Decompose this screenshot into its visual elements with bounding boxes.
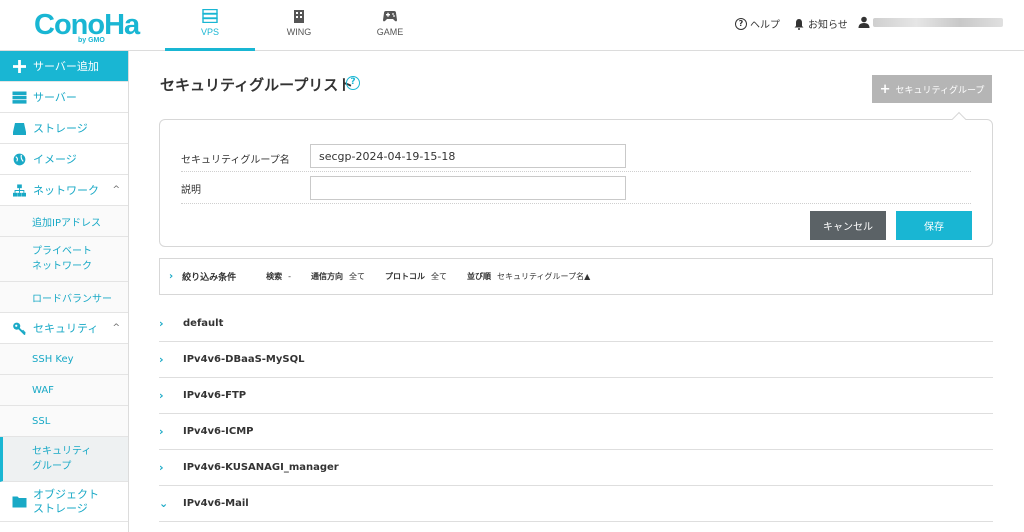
- sidebar-add-server[interactable]: サーバー追加: [0, 51, 128, 82]
- tab-game[interactable]: GAME: [345, 0, 435, 51]
- sidebar-item-object-storage[interactable]: オブジェクト ストレージ: [0, 482, 128, 522]
- chevron-right-icon: ›: [159, 461, 164, 474]
- user-icon: [858, 16, 870, 28]
- chevron-right-icon: ›: [159, 425, 164, 438]
- sidebar-item-security-group[interactable]: セキュリティ グループ: [0, 437, 128, 482]
- chevron-right-icon: ›: [159, 389, 164, 402]
- description-label: 説明: [181, 185, 201, 196]
- description-input[interactable]: [310, 176, 626, 200]
- network-icon: [13, 183, 26, 197]
- security-group-row[interactable]: › IPv4v6-KUSANAGI_manager: [159, 450, 993, 486]
- sidebar-item-network[interactable]: ネットワーク ^: [0, 175, 128, 206]
- chevron-right-icon: ›: [159, 317, 164, 330]
- page-title: セキュリティグループリスト: [160, 76, 354, 94]
- sidebar-item-load-balancer[interactable]: ロードバランサー: [0, 282, 128, 313]
- notice-link[interactable]: お知らせ: [793, 16, 848, 31]
- top-header: ConoHa by GMO VPS WING GAME ? ヘルプ お知らせ: [0, 0, 1024, 51]
- add-security-group-button[interactable]: + セキュリティグループ: [872, 75, 992, 103]
- folder-icon: [12, 496, 27, 508]
- globe-icon: [13, 153, 26, 165]
- chevron-up-icon: ^: [112, 323, 120, 333]
- sidebar-item-ssl[interactable]: SSL: [0, 406, 128, 437]
- sidebar-item-ssh-key[interactable]: SSH Key: [0, 344, 128, 375]
- help-question-icon[interactable]: ?: [346, 76, 360, 90]
- chevron-right-icon: ›: [159, 353, 164, 366]
- divider: [181, 171, 971, 172]
- divider: [181, 203, 971, 204]
- blurred-username: [873, 17, 1003, 27]
- user-menu[interactable]: [858, 16, 1003, 28]
- chevron-right-icon: ›: [169, 271, 174, 282]
- storage-icon: [13, 122, 26, 135]
- security-group-row-expanded[interactable]: ⌄ IPv4v6-Mail: [159, 486, 993, 522]
- conoha-logo[interactable]: ConoHa by GMO: [34, 10, 140, 44]
- filter-bar[interactable]: › 絞り込み条件 検索 - 通信方向 全て プロトコル 全て 並び順 セキュリテ…: [159, 258, 993, 295]
- gamepad-icon: [383, 11, 397, 22]
- plus-icon: +: [879, 81, 891, 97]
- tab-wing[interactable]: WING: [254, 0, 344, 51]
- sidebar: サーバー追加 サーバー ストレージ イメージ ネットワーク ^ 追加IPアドレス…: [0, 51, 129, 532]
- building-icon: [294, 10, 304, 23]
- save-button[interactable]: 保存: [896, 211, 972, 240]
- help-link[interactable]: ? ヘルプ: [735, 16, 780, 31]
- server-icon: [12, 91, 27, 104]
- security-group-row[interactable]: › IPv4v6-DBaaS-MySQL: [159, 342, 993, 378]
- sidebar-item-additional-ip[interactable]: 追加IPアドレス: [0, 206, 128, 237]
- security-group-row[interactable]: › IPv4v6-FTP: [159, 378, 993, 414]
- sidebar-item-storage[interactable]: ストレージ: [0, 113, 128, 144]
- plus-icon: [13, 59, 26, 73]
- cancel-button[interactable]: キャンセル: [810, 211, 886, 240]
- key-icon: [13, 322, 26, 335]
- bell-icon: [794, 18, 804, 30]
- tab-vps[interactable]: VPS: [165, 0, 255, 51]
- sidebar-item-server[interactable]: サーバー: [0, 82, 128, 113]
- sidebar-item-waf[interactable]: WAF: [0, 375, 128, 406]
- security-group-name-input[interactable]: [310, 144, 626, 168]
- form-pointer: [951, 111, 967, 127]
- sidebar-item-private-network[interactable]: プライベート ネットワーク: [0, 237, 128, 282]
- chevron-up-icon: ^: [112, 185, 120, 195]
- name-label: セキュリティグループ名: [181, 155, 290, 166]
- create-security-group-form: セキュリティグループ名 説明 キャンセル 保存: [159, 111, 993, 247]
- sidebar-item-security[interactable]: セキュリティ ^: [0, 313, 128, 344]
- help-icon: ?: [735, 17, 747, 30]
- security-group-row[interactable]: › IPv4v6-ICMP: [159, 414, 993, 450]
- security-group-row[interactable]: › default: [159, 306, 993, 342]
- chevron-down-icon: ⌄: [159, 497, 169, 510]
- sidebar-item-image[interactable]: イメージ: [0, 144, 128, 175]
- server-stack-icon: [202, 9, 218, 23]
